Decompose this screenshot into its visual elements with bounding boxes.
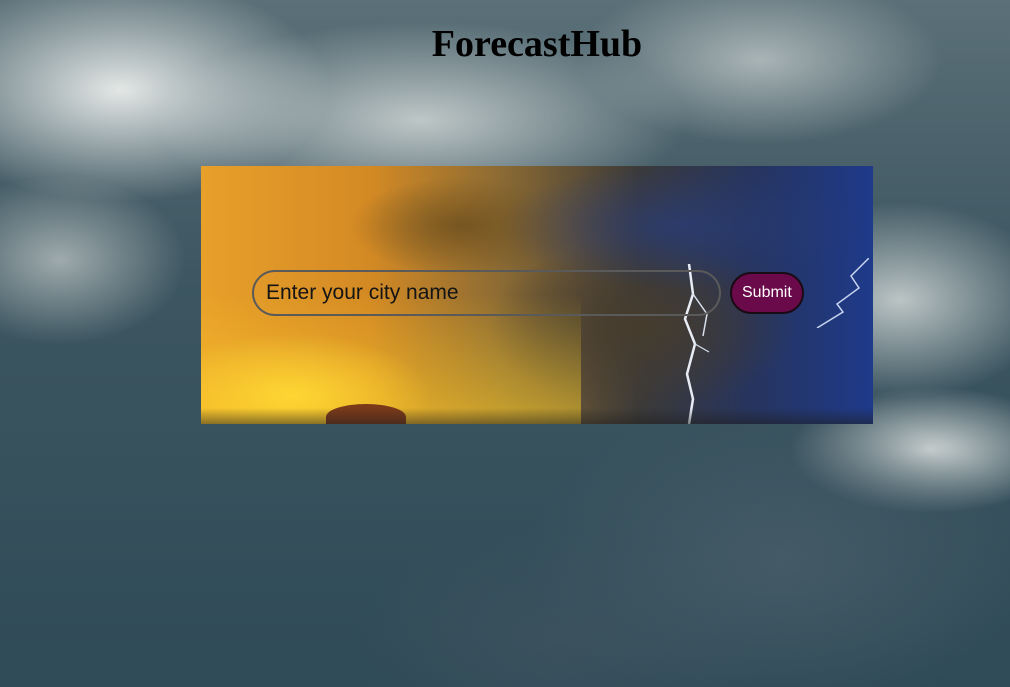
submit-button[interactable]: Submit	[730, 272, 804, 314]
page-background: { "header": { "title": "ForecastHub" }, …	[0, 0, 1010, 687]
distant-lightning-icon	[816, 258, 869, 328]
city-search-form: Submit	[252, 270, 804, 316]
hero-bottom-shade	[201, 408, 873, 424]
page-title: ForecastHub	[431, 23, 643, 65]
city-search-input[interactable]	[252, 270, 721, 316]
